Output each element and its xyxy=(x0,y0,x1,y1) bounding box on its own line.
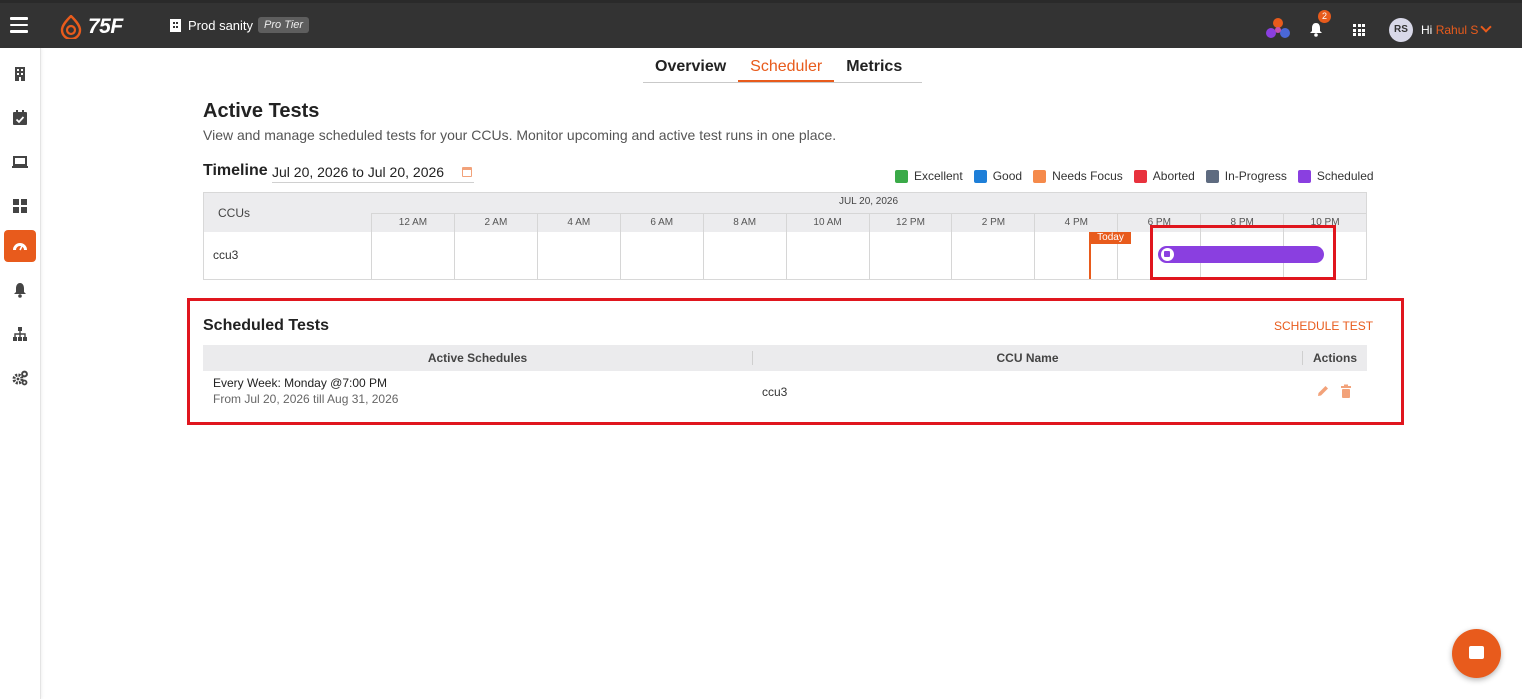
legend-item: In-Progress xyxy=(1205,169,1287,183)
timeline-label: Timeline xyxy=(203,162,268,179)
page-subtitle: View and manage scheduled tests for your… xyxy=(203,127,837,143)
scheduled-tests-header: Active Schedules CCU Name Actions xyxy=(203,345,1367,371)
greeting-text: Hi xyxy=(1421,23,1433,37)
chat-support-button[interactable] xyxy=(1452,629,1501,678)
scheduled-tests-title: Scheduled Tests xyxy=(203,317,329,334)
bell-icon xyxy=(14,283,26,298)
legend-item: Aborted xyxy=(1133,169,1195,183)
app-grid-icon[interactable] xyxy=(1353,24,1365,36)
range-start: Jul 20, 2026 xyxy=(272,164,349,180)
tab-overview[interactable]: Overview xyxy=(643,57,738,82)
legend-item: Scheduled xyxy=(1297,169,1374,183)
column-header-actions: Actions xyxy=(1302,351,1367,365)
tier-badge: Pro Tier xyxy=(258,17,310,33)
highlight-box xyxy=(1150,225,1336,280)
schedule-ccu-name: ccu3 xyxy=(762,385,788,399)
sidebar-item-schedules[interactable] xyxy=(4,102,36,134)
notification-bell-icon[interactable] xyxy=(1309,22,1323,37)
chevron-down-icon[interactable] xyxy=(1480,21,1492,33)
legend-swatch-good xyxy=(973,169,987,183)
logo-text: 75F xyxy=(88,15,123,38)
tab-bar: Overview Scheduler Metrics xyxy=(643,57,922,83)
sidebar-item-hierarchy[interactable] xyxy=(4,318,36,350)
date-range-picker[interactable]: Jul 20, 2026 to Jul 20, 2026 xyxy=(272,164,474,183)
timeline-date-header: JUL 20, 2026 xyxy=(838,196,899,207)
page-title: Active Tests xyxy=(203,100,320,122)
legend-label: Needs Focus xyxy=(1052,169,1123,183)
hour-label: 6 AM xyxy=(619,214,703,232)
legend-swatch-aborted xyxy=(1133,169,1147,183)
notification-badge: 2 xyxy=(1318,10,1331,23)
legend-swatch-excellent xyxy=(895,169,908,183)
legend-label: Good xyxy=(992,169,1023,183)
gears-icon xyxy=(12,370,28,386)
range-separator: to xyxy=(352,164,364,180)
hour-label: 4 PM xyxy=(1034,214,1117,232)
app-logo[interactable]: 75F xyxy=(60,14,123,40)
schedule-test-button[interactable]: SCHEDULE TEST xyxy=(1274,319,1373,333)
calendar-check-icon xyxy=(13,110,27,125)
sidebar-item-settings[interactable] xyxy=(4,362,36,394)
avatar[interactable]: RS xyxy=(1389,18,1413,42)
top-bar: 75F Prod sanity Pro Tier 2 RS Hi Rahul S xyxy=(0,0,1522,48)
legend-label: Aborted xyxy=(1152,169,1195,183)
legend-swatch-needs-focus xyxy=(1033,169,1047,183)
column-header-active-schedules: Active Schedules xyxy=(427,351,528,365)
trash-icon[interactable] xyxy=(1340,384,1352,398)
schedule-recurrence: Every Week: Monday @7:00 PM xyxy=(213,376,388,390)
hour-label: 8 AM xyxy=(702,214,786,232)
table-row: Every Week: Monday @7:00 PM From Jul 20,… xyxy=(203,371,1367,411)
sidebar xyxy=(0,48,41,699)
status-legend: Excellent Good Needs Focus Aborted In-Pr… xyxy=(895,169,1374,183)
range-end: Jul 20, 2026 xyxy=(367,164,445,180)
legend-item: Excellent xyxy=(895,169,963,183)
site-name: Prod sanity xyxy=(188,17,254,33)
tab-scheduler[interactable]: Scheduler xyxy=(738,57,835,82)
legend-label: Excellent xyxy=(914,169,963,183)
today-label: Today xyxy=(1090,232,1131,244)
sidebar-item-devices[interactable] xyxy=(4,146,36,178)
building-icon xyxy=(170,18,181,32)
hamburger-menu-icon[interactable] xyxy=(10,17,28,33)
building-icon xyxy=(15,67,25,81)
user-name: Rahul S xyxy=(1435,23,1479,37)
column-header-ccu-name: CCU Name xyxy=(752,351,1302,365)
tab-metrics[interactable]: Metrics xyxy=(834,57,914,82)
hour-label: 12 PM xyxy=(868,214,952,232)
hour-label: 2 AM xyxy=(453,214,537,232)
team-apps-icon[interactable] xyxy=(1265,17,1291,41)
site-selector[interactable]: Prod sanity Pro Tier xyxy=(170,17,310,33)
sitemap-icon xyxy=(13,327,27,341)
speedometer-icon xyxy=(13,243,27,251)
sidebar-item-alerts[interactable] xyxy=(4,274,36,306)
sidebar-item-buildings[interactable] xyxy=(4,58,36,90)
ccus-column-header: CCUs xyxy=(218,206,250,220)
legend-label: In-Progress xyxy=(1224,169,1287,183)
legend-item: Needs Focus xyxy=(1033,169,1123,183)
schedule-date-range: From Jul 20, 2026 till Aug 31, 2026 xyxy=(213,392,399,406)
hour-label: 2 PM xyxy=(951,214,1034,232)
legend-swatch-in-progress xyxy=(1205,169,1219,183)
edit-pencil-icon[interactable] xyxy=(1316,384,1330,398)
legend-swatch-scheduled xyxy=(1297,169,1311,183)
hour-label: 10 AM xyxy=(785,214,869,232)
calendar-icon[interactable] xyxy=(462,167,472,177)
laptop-icon xyxy=(12,156,28,168)
legend-label: Scheduled xyxy=(1316,169,1374,183)
hour-label: 12 AM xyxy=(371,214,454,232)
flame-logo-icon xyxy=(60,15,82,39)
user-greeting[interactable]: Hi Rahul S xyxy=(1421,23,1478,37)
hour-label: 4 AM xyxy=(536,214,620,232)
sidebar-item-dashboard[interactable] xyxy=(4,190,36,222)
dashboard-grid-icon xyxy=(13,199,27,213)
timeline-ccu-name: ccu3 xyxy=(213,248,239,262)
legend-item: Good xyxy=(973,169,1023,183)
sidebar-item-tests[interactable] xyxy=(4,230,36,262)
